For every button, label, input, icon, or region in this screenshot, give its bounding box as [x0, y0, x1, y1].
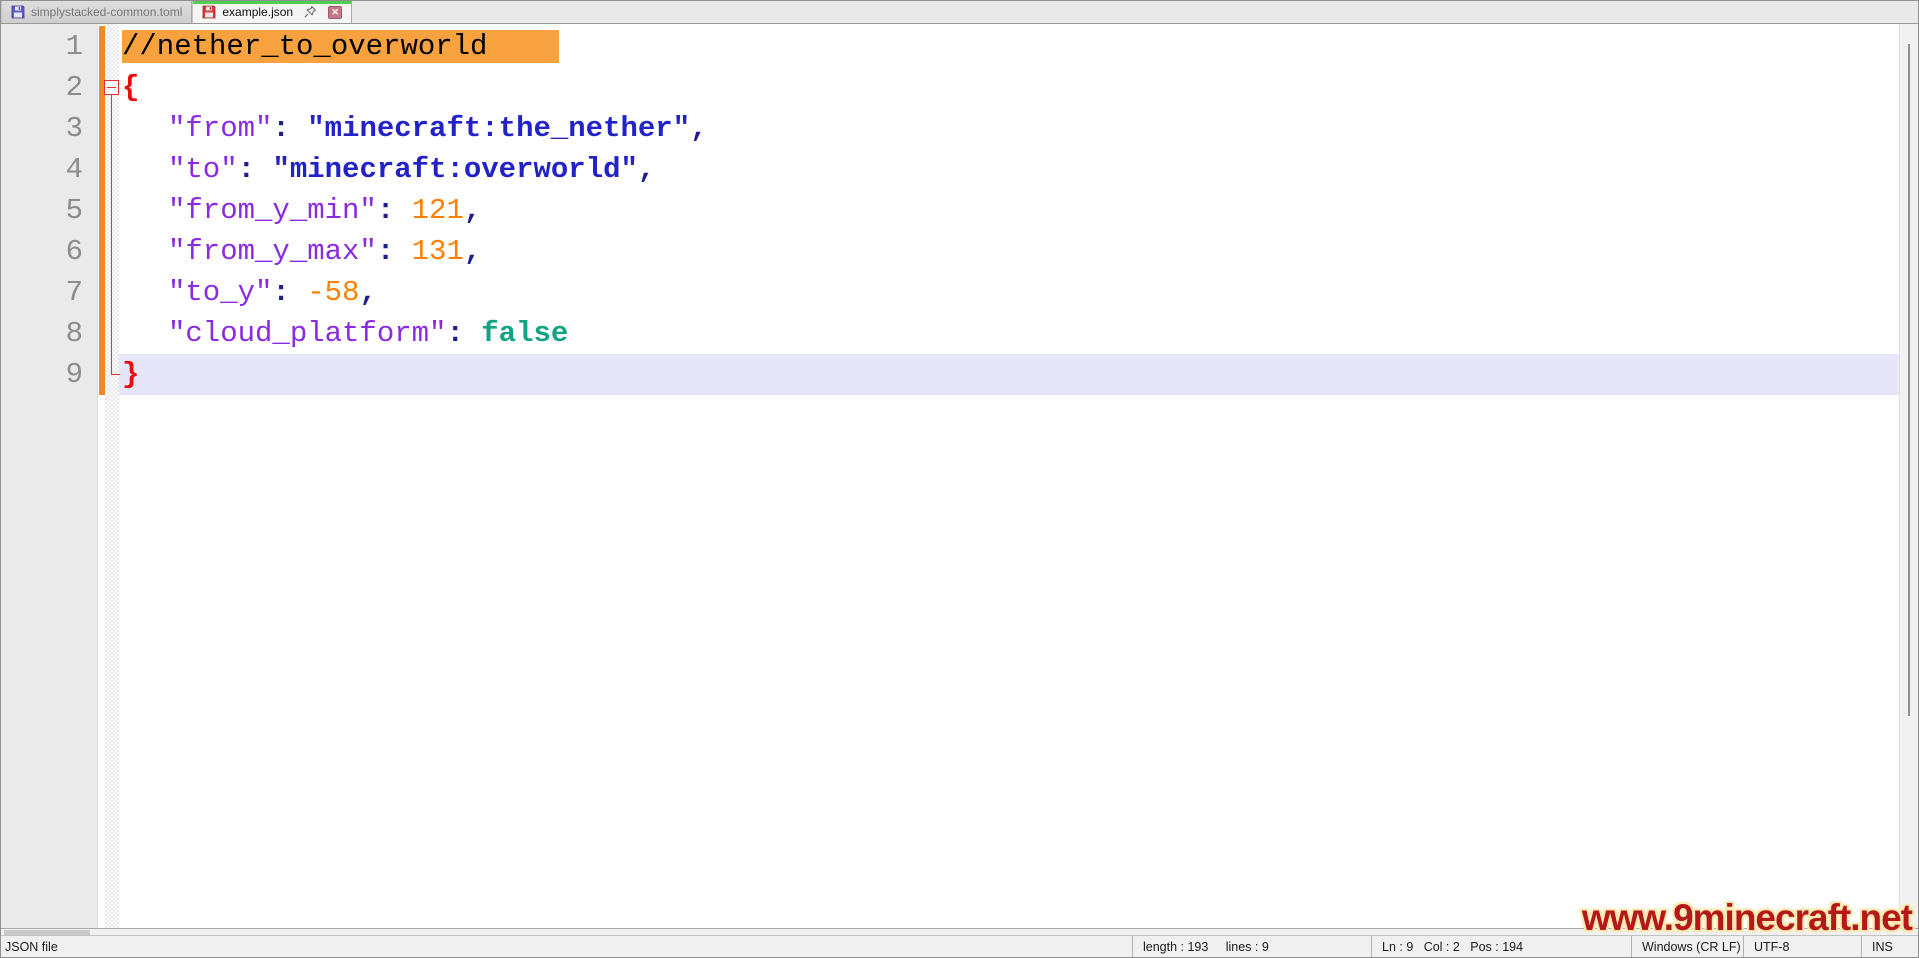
line-number: 8: [1, 313, 97, 354]
code-token: "from": [168, 112, 272, 145]
line-number: 7: [1, 272, 97, 313]
status-doc-type: JSON file: [1, 936, 1132, 957]
status-cursor-position: Ln : 9 Col : 2 Pos : 194: [1371, 936, 1631, 957]
code-line-6[interactable]: "from_y_max": 131,: [119, 231, 1899, 272]
line-number-gutter: 123456789: [1, 24, 98, 928]
line-number: 1: [1, 26, 97, 67]
line-number: 2: [1, 67, 97, 108]
tab-label: simplystacked-common.toml: [31, 5, 182, 19]
code-line-1[interactable]: //nether_to_overworld: [119, 26, 1899, 67]
code-token: ,: [359, 276, 376, 309]
code-token: //nether_to_overworld: [122, 30, 559, 63]
horizontal-scrollbar-thumb[interactable]: [4, 930, 90, 935]
saved-file-floppy-icon: [11, 5, 25, 19]
code-line-2[interactable]: {: [119, 67, 1899, 108]
code-token: 121: [412, 194, 464, 227]
code-line-5[interactable]: "from_y_min": 121,: [119, 190, 1899, 231]
tab-simplystacked-common-toml[interactable]: simplystacked-common.toml: [1, 1, 192, 23]
code-token: :: [377, 194, 412, 227]
code-token: :: [238, 153, 273, 186]
code-token: :: [377, 235, 412, 268]
code-token: false: [481, 317, 568, 350]
notepad-plus-plus-window: simplystacked-common.toml example.json ✕: [0, 0, 1919, 958]
code-token: "from_y_min": [168, 194, 377, 227]
code-token: "to_y": [168, 276, 272, 309]
modified-file-floppy-icon: [202, 5, 216, 19]
close-icon[interactable]: ✕: [328, 6, 342, 19]
tab-bar: simplystacked-common.toml example.json ✕: [1, 1, 1918, 24]
line-number: 4: [1, 149, 97, 190]
fold-guide-end: [111, 367, 120, 375]
code-line-9[interactable]: }: [119, 354, 1899, 395]
code-token: ,: [464, 235, 481, 268]
code-token: :: [272, 276, 307, 309]
line-number: 6: [1, 231, 97, 272]
code-token: "minecraft:overworld": [272, 153, 637, 186]
code-token: :: [272, 112, 307, 145]
code-token: }: [122, 358, 139, 391]
code-token: "from_y_max": [168, 235, 377, 268]
code-line-7[interactable]: "to_y": -58,: [119, 272, 1899, 313]
fold-margin: [105, 24, 119, 928]
status-eol-format[interactable]: Windows (CR LF): [1631, 936, 1743, 957]
line-number: 3: [1, 108, 97, 149]
code-line-8[interactable]: "cloud_platform": false: [119, 313, 1899, 354]
fold-guide-line: [111, 95, 112, 375]
code-token: ,: [638, 153, 655, 186]
status-encoding[interactable]: UTF-8: [1743, 936, 1861, 957]
code-token: -58: [307, 276, 359, 309]
code-area[interactable]: //nether_to_overworld { "from": "minecraft…: [119, 26, 1899, 395]
code-token: ,: [690, 112, 707, 145]
code-token: "cloud_platform": [168, 317, 446, 350]
fold-collapse-icon[interactable]: [104, 80, 119, 95]
code-token: {: [122, 71, 139, 104]
code-token: 131: [412, 235, 464, 268]
vertical-scrollbar-thumb[interactable]: [1908, 44, 1910, 716]
status-insert-mode[interactable]: INS: [1861, 936, 1918, 957]
line-number: 5: [1, 190, 97, 231]
vertical-scrollbar[interactable]: [1899, 24, 1918, 928]
code-line-3[interactable]: "from": "minecraft:the_nether",: [119, 108, 1899, 149]
code-token: :: [446, 317, 481, 350]
pin-icon[interactable]: [303, 5, 317, 19]
watermark-9minecraft: www.9minecraft.net: [1582, 897, 1912, 939]
code-token: "minecraft:the_nether": [307, 112, 690, 145]
code-token: "to": [168, 153, 238, 186]
tab-label: example.json: [222, 5, 293, 19]
code-line-4[interactable]: "to": "minecraft:overworld",: [119, 149, 1899, 190]
status-length-lines: length : 193 lines : 9: [1132, 936, 1371, 957]
editor-pane[interactable]: 123456789 //nether_to_overworld { "from": …: [1, 24, 1918, 928]
line-number: 9: [1, 354, 97, 395]
tab-example-json[interactable]: example.json ✕: [192, 1, 352, 23]
code-token: ,: [464, 194, 481, 227]
